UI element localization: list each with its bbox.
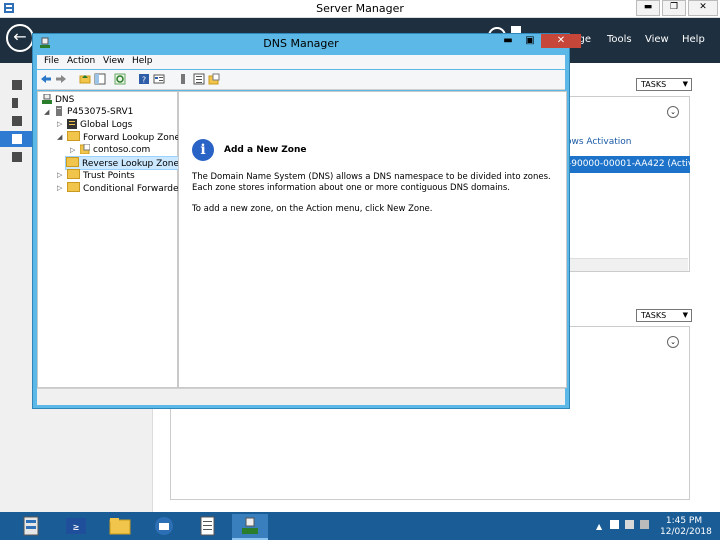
server-manager-title: Server Manager	[316, 2, 404, 15]
sm-maximize-button[interactable]: ❐	[662, 0, 686, 16]
server-panel-top	[566, 96, 690, 272]
dns-root-icon	[42, 94, 52, 104]
tray-expand-icon[interactable]: ▲	[596, 522, 606, 531]
tree-item-contoso-zone[interactable]: contoso.com	[80, 144, 150, 156]
windows-activation-link[interactable]: ows Activation	[566, 137, 631, 147]
tree-label: Trust Points	[83, 171, 135, 181]
taskbar-time[interactable]: 1:45 PM	[660, 516, 708, 526]
refresh-icon[interactable]	[114, 73, 126, 85]
tree-item-reverse-lookup-zones-selected[interactable]: Reverse Lookup Zones	[65, 156, 188, 170]
dns-minimize-button[interactable]: ▬	[497, 34, 519, 48]
tree-label: Global Logs	[80, 120, 133, 130]
dns-role-icon	[12, 134, 22, 144]
logs-icon	[67, 119, 77, 129]
dns-content-pane: i Add a New Zone The Domain Name System …	[178, 91, 567, 388]
zone-description: The Domain Name System (DNS) allows a DN…	[192, 172, 551, 193]
svg-text:?: ?	[142, 76, 146, 85]
dns-close-button[interactable]: ✕	[541, 34, 581, 48]
collapse-chevron-icon[interactable]: ⌄	[667, 106, 679, 118]
tree-item-trust-points[interactable]: Trust Points	[67, 169, 135, 181]
server-icon[interactable]	[177, 73, 189, 85]
tree-item-dns-root[interactable]: DNS	[42, 94, 74, 106]
expanded-triangle-icon[interactable]: ◢	[57, 133, 62, 141]
tree-label: contoso.com	[93, 145, 151, 155]
sm-minimize-button[interactable]: ▬	[636, 0, 660, 16]
new-zone-icon[interactable]	[208, 73, 220, 85]
info-icon: i	[192, 139, 214, 161]
help-icon[interactable]: ?	[138, 73, 150, 85]
horizontal-scrollbar[interactable]	[566, 258, 688, 271]
add-new-zone-heading: Add a New Zone	[224, 145, 307, 155]
expanded-triangle-icon[interactable]: ◢	[44, 108, 49, 116]
tree-label: Conditional Forwarders	[83, 184, 187, 194]
product-id-row[interactable]: -90000-00001-AA422 (Activated)	[566, 156, 690, 173]
dns-status-bar	[37, 388, 565, 405]
sm-close-button[interactable]: ✕	[688, 0, 718, 16]
show-hide-tree-icon[interactable]	[94, 73, 106, 85]
properties-icon[interactable]	[153, 73, 165, 85]
chevron-down-icon: ▼	[682, 80, 688, 88]
chevron-down-icon: ▼	[682, 311, 688, 319]
network-icon[interactable]	[625, 520, 634, 529]
volume-icon[interactable]	[640, 520, 649, 529]
tasks-label: TASKS	[641, 311, 667, 320]
local-server-icon[interactable]	[12, 98, 18, 108]
tree-item-global-logs[interactable]: Global Logs	[67, 119, 132, 131]
menu-help[interactable]: Help	[682, 34, 705, 45]
notepad-taskbar-icon[interactable]	[194, 514, 222, 538]
zone-hint: To add a new zone, on the Action menu, c…	[192, 204, 433, 214]
menu-help[interactable]: Help	[132, 56, 153, 66]
back-arrow-icon[interactable]: ←	[6, 24, 34, 52]
forward-arrow-icon[interactable]	[55, 73, 67, 85]
dns-maximize-button[interactable]: ▣	[519, 34, 541, 48]
menu-action[interactable]: Action	[67, 56, 95, 66]
tree-item-conditional-forwarders[interactable]: Conditional Forwarders	[67, 182, 187, 194]
server-icon	[56, 106, 62, 116]
tree-item-server[interactable]: P453075-SRV1	[54, 106, 133, 118]
tree-label: Forward Lookup Zones	[83, 133, 185, 143]
tree-label: Reverse Lookup Zones	[82, 159, 184, 169]
collapsed-triangle-icon[interactable]: ▷	[57, 120, 62, 128]
collapsed-triangle-icon[interactable]: ▷	[57, 171, 62, 179]
dns-manager-taskbar-active[interactable]	[232, 514, 268, 540]
back-arrow-icon[interactable]	[40, 73, 52, 85]
tasks-dropdown-bottom[interactable]: TASKS ▼	[636, 309, 692, 322]
file-explorer-taskbar-icon[interactable]	[106, 514, 134, 538]
collapsed-triangle-icon[interactable]: ▷	[57, 184, 62, 192]
folder-icon	[67, 182, 80, 192]
tree-label: P453075-SRV1	[67, 107, 134, 117]
dns-manager-window: DNS Manager ▬ ▣ ✕ File Action View Help …	[32, 33, 581, 409]
all-servers-icon[interactable]	[12, 116, 22, 126]
up-folder-icon[interactable]	[79, 73, 91, 85]
dns-menubar: File Action View Help	[37, 55, 565, 69]
file-services-icon[interactable]	[12, 152, 22, 162]
collapse-chevron-icon[interactable]: ⌄	[667, 336, 679, 348]
dns-toolbar: ?	[37, 70, 565, 90]
dns-window-title: DNS Manager	[263, 37, 339, 50]
tasks-dropdown-top[interactable]: TASKS ▼	[636, 78, 692, 91]
tasks-label: TASKS	[641, 80, 667, 89]
svg-text:≥: ≥	[73, 522, 79, 533]
menu-file[interactable]: File	[44, 56, 59, 66]
list-view-icon[interactable]	[193, 73, 205, 85]
folder-icon	[67, 131, 80, 141]
menu-view[interactable]: View	[645, 34, 669, 45]
menu-view[interactable]: View	[103, 56, 124, 66]
taskbar-date[interactable]: 12/02/2018	[660, 527, 712, 537]
folder-icon	[67, 169, 80, 179]
tray-flag-icon[interactable]	[610, 520, 619, 529]
collapsed-triangle-icon[interactable]: ▷	[70, 146, 75, 154]
dns-manager-taskbar-icon	[242, 517, 258, 534]
zone-icon	[80, 144, 90, 154]
thunderbird-taskbar-icon[interactable]	[150, 514, 178, 538]
dns-tree-pane: DNS ◢ P453075-SRV1 ▷ Global Logs ◢ Forwa…	[37, 91, 188, 388]
menu-tools[interactable]: Tools	[607, 34, 632, 45]
tree-label: DNS	[55, 95, 75, 105]
tree-item-forward-lookup-zones[interactable]: Forward Lookup Zones	[67, 131, 185, 143]
folder-icon	[66, 157, 79, 167]
server-manager-taskbar-icon[interactable]	[18, 514, 46, 538]
powershell-taskbar-icon[interactable]: ≥	[62, 514, 90, 538]
dashboard-icon[interactable]	[12, 80, 22, 90]
